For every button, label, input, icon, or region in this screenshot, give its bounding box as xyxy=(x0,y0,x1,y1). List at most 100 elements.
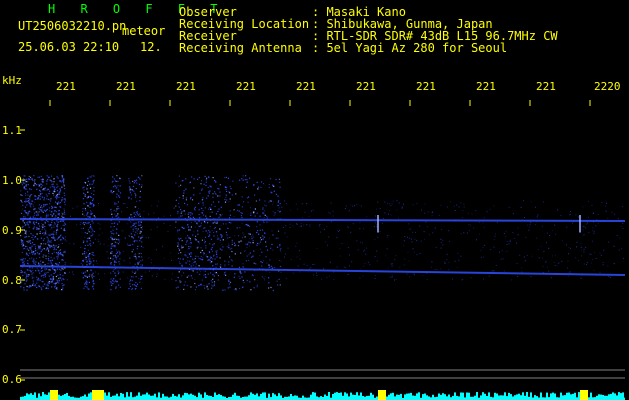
noise-dot xyxy=(86,222,88,224)
noise-dot xyxy=(113,269,115,271)
noise-dot xyxy=(300,223,302,225)
noise-dot xyxy=(44,225,46,228)
level-sample xyxy=(424,393,426,400)
level-sample xyxy=(172,393,174,400)
noise-dot xyxy=(32,280,34,282)
noise-dot xyxy=(92,198,94,200)
noise-dot xyxy=(23,260,25,262)
noise-dot xyxy=(521,271,523,273)
noise-dot xyxy=(538,257,540,259)
noise-dot xyxy=(593,270,595,271)
noise-dot xyxy=(64,261,66,264)
noise-dot xyxy=(269,200,271,202)
noise-dot xyxy=(184,213,186,215)
noise-dot xyxy=(89,224,92,226)
noise-dot xyxy=(526,254,528,256)
noise-dot xyxy=(316,272,318,274)
noise-dot xyxy=(46,268,48,270)
level-sample xyxy=(566,392,568,400)
noise-dot xyxy=(500,258,502,260)
noise-dot xyxy=(175,205,177,207)
noise-dot xyxy=(603,249,605,251)
y-tick-label: 0.8 xyxy=(2,274,22,287)
noise-dot xyxy=(194,289,197,291)
noise-dot xyxy=(256,242,259,244)
noise-dot xyxy=(117,180,119,182)
noise-dot xyxy=(59,249,62,251)
level-sample xyxy=(34,392,36,400)
noise-dot xyxy=(28,240,30,242)
noise-dot xyxy=(32,238,34,241)
noise-dot xyxy=(231,250,233,253)
noise-dot xyxy=(183,192,185,194)
noise-dot xyxy=(468,230,470,232)
noise-dot xyxy=(92,279,94,281)
noise-dot xyxy=(178,206,180,208)
noise-dot xyxy=(43,232,44,234)
noise-dot xyxy=(362,275,364,277)
noise-dot xyxy=(197,233,199,235)
noise-dot xyxy=(25,236,27,237)
noise-dot xyxy=(392,200,394,202)
noise-dot xyxy=(94,217,96,219)
noise-dot xyxy=(394,279,395,281)
noise-dot xyxy=(241,178,243,180)
noise-dot xyxy=(21,240,23,242)
noise-dot xyxy=(48,250,50,252)
level-peak xyxy=(580,390,588,400)
noise-dot xyxy=(54,245,56,247)
noise-dot xyxy=(187,223,189,226)
noise-dot xyxy=(482,222,484,224)
noise-dot xyxy=(229,256,231,258)
noise-dot xyxy=(52,246,54,248)
noise-dot xyxy=(568,253,570,255)
noise-dot xyxy=(58,210,60,212)
noise-dot xyxy=(306,265,308,266)
noise-dot xyxy=(536,216,538,218)
noise-dot xyxy=(212,222,215,224)
noise-dot xyxy=(30,270,32,272)
noise-dot xyxy=(479,221,480,223)
level-sample xyxy=(186,393,188,400)
noise-dot xyxy=(39,232,41,235)
noise-dot xyxy=(490,249,492,251)
noise-dot xyxy=(20,190,22,192)
noise-dot xyxy=(153,265,155,267)
level-sample xyxy=(106,395,108,400)
noise-dot xyxy=(137,228,139,230)
noise-dot xyxy=(350,204,352,206)
noise-dot xyxy=(88,212,90,214)
noise-dot xyxy=(62,268,64,270)
noise-dot xyxy=(216,222,218,224)
noise-dot xyxy=(118,234,120,236)
noise-dot xyxy=(82,187,84,189)
noise-dot xyxy=(546,242,547,244)
noise-dot xyxy=(241,196,243,198)
noise-dot xyxy=(198,257,200,260)
noise-dot xyxy=(347,227,349,229)
noise-dot xyxy=(360,241,362,243)
x-tick-label: 221 xyxy=(296,80,316,93)
noise-dot xyxy=(246,279,248,282)
noise-dot xyxy=(113,260,116,262)
level-sample xyxy=(194,395,196,400)
noise-dot xyxy=(64,203,66,206)
noise-dot xyxy=(98,241,100,243)
noise-dot xyxy=(327,244,329,246)
level-sample xyxy=(510,394,512,400)
noise-dot xyxy=(217,275,220,277)
noise-dot xyxy=(269,178,272,180)
noise-dot xyxy=(586,262,588,264)
noise-dot xyxy=(139,215,140,217)
noise-dot xyxy=(31,245,33,247)
noise-dot xyxy=(199,201,201,203)
noise-dot xyxy=(496,222,498,224)
noise-dot xyxy=(325,241,327,243)
noise-dot xyxy=(55,287,57,289)
noise-dot xyxy=(262,235,264,237)
noise-dot xyxy=(44,283,46,285)
noise-dot xyxy=(207,222,209,224)
noise-dot xyxy=(135,256,137,258)
noise-dot xyxy=(247,224,249,226)
noise-dot xyxy=(137,208,139,210)
